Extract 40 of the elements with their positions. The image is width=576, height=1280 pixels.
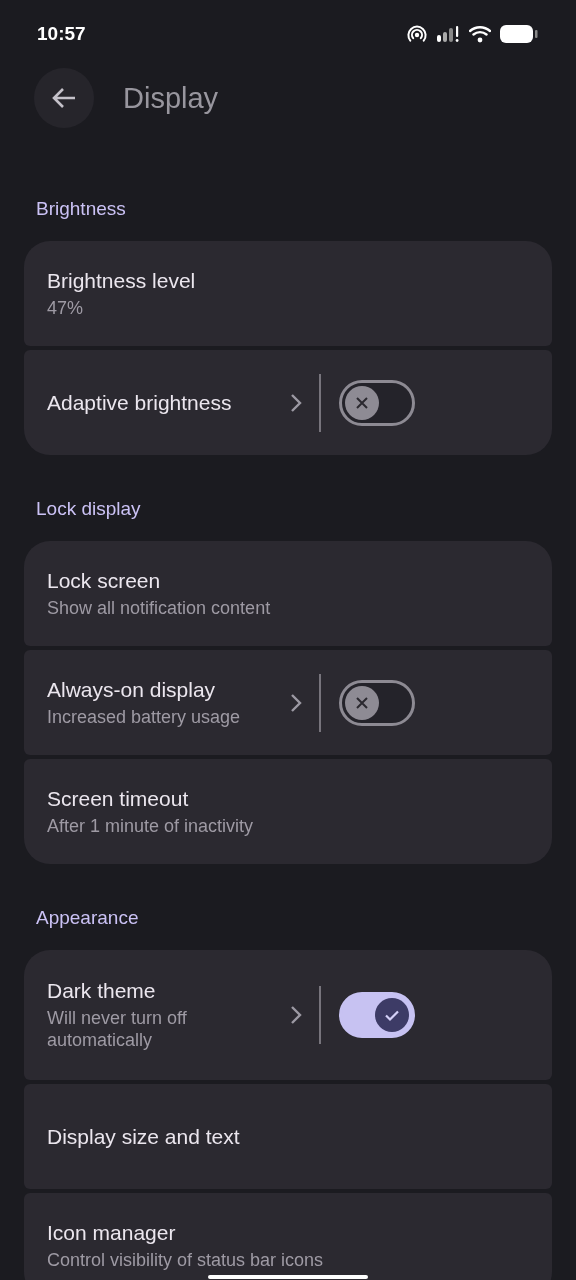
setting-summary: After 1 minute of inactivity <box>47 814 254 837</box>
back-arrow-icon <box>51 87 77 109</box>
wifi-icon <box>469 25 491 43</box>
setting-title: Brightness level <box>47 268 196 293</box>
setting-title: Lock screen <box>47 568 161 593</box>
setting-title: Dark theme <box>47 979 156 1003</box>
settings-row[interactable]: Always-on display Increased battery usage <box>24 650 552 755</box>
setting-title: Display size and text <box>47 1124 240 1149</box>
settings-row[interactable]: Display size and text <box>24 1084 552 1189</box>
toggle-switch[interactable] <box>339 679 415 726</box>
battery-icon <box>500 24 538 44</box>
setting-summary: Will never turn off automatically <box>47 1007 188 1051</box>
toggle-switch[interactable] <box>339 992 415 1038</box>
toggle-switch[interactable] <box>339 379 415 426</box>
section-header: Appearance <box>35 906 140 930</box>
settings-row[interactable]: Brightness level 47% <box>24 241 552 346</box>
chevron-right-icon[interactable] <box>289 691 303 714</box>
page-title: Display <box>123 81 219 115</box>
section-header: Lock display <box>35 497 142 521</box>
setting-summary: Control visibility of status bar icons <box>47 1248 324 1271</box>
settings-row[interactable]: Icon manager Control visibility of status bar icons <box>24 1193 552 1280</box>
setting-summary: Increased battery usage <box>47 705 241 728</box>
setting-summary: Show all notification content <box>47 596 271 619</box>
setting-title: Adaptive brightness <box>47 390 232 415</box>
setting-summary: 47% <box>47 296 84 319</box>
chevron-right-icon[interactable] <box>289 391 303 414</box>
setting-title: Always-on display <box>47 677 216 702</box>
hotspot-icon <box>407 25 427 43</box>
chevron-right-icon[interactable] <box>289 1004 303 1026</box>
setting-title: Icon manager <box>47 1220 176 1245</box>
settings-row[interactable]: Screen timeout After 1 minute of inactivity <box>24 759 552 864</box>
settings-row[interactable]: Dark theme Will never turn off automatically <box>24 950 552 1080</box>
setting-title: Screen timeout <box>47 786 189 811</box>
settings-row[interactable]: Adaptive brightness <box>24 350 552 455</box>
signal-icon <box>436 25 460 43</box>
close-icon <box>354 694 370 711</box>
section-header: Brightness <box>35 197 127 221</box>
settings-row[interactable]: Lock screen Show all notification content <box>24 541 552 646</box>
close-icon <box>354 394 370 411</box>
status-time: 10:57 <box>37 23 86 45</box>
